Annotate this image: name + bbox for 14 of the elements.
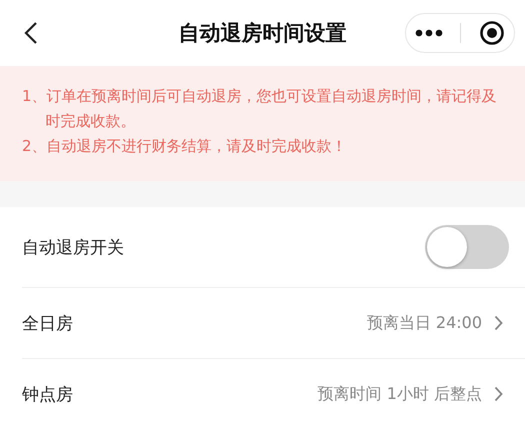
- setting-label: 钟点房: [22, 384, 73, 406]
- setting-label: 全日房: [22, 312, 73, 334]
- more-icon[interactable]: [414, 29, 443, 37]
- back-icon[interactable]: [24, 21, 38, 45]
- setting-value[interactable]: 预离当日 24:00: [366, 312, 482, 334]
- chevron-right-icon: [494, 386, 503, 402]
- page-title: 自动退房时间设置: [178, 20, 346, 47]
- notice-text: 1、订单在预离时间后可自动退房，您也可设置自动退房时间，请记得及时完成收款。: [22, 86, 498, 132]
- toggle-switch[interactable]: [425, 225, 509, 269]
- target-icon[interactable]: [479, 20, 506, 46]
- notice-text: 2、自动退房不进行财务结算，请及时完成收款！: [22, 136, 348, 157]
- setting-label: 自动退房开关: [22, 236, 124, 258]
- chevron-right-icon: [494, 315, 503, 331]
- setting-value[interactable]: 预离时间 1小时 后整点: [318, 384, 482, 404]
